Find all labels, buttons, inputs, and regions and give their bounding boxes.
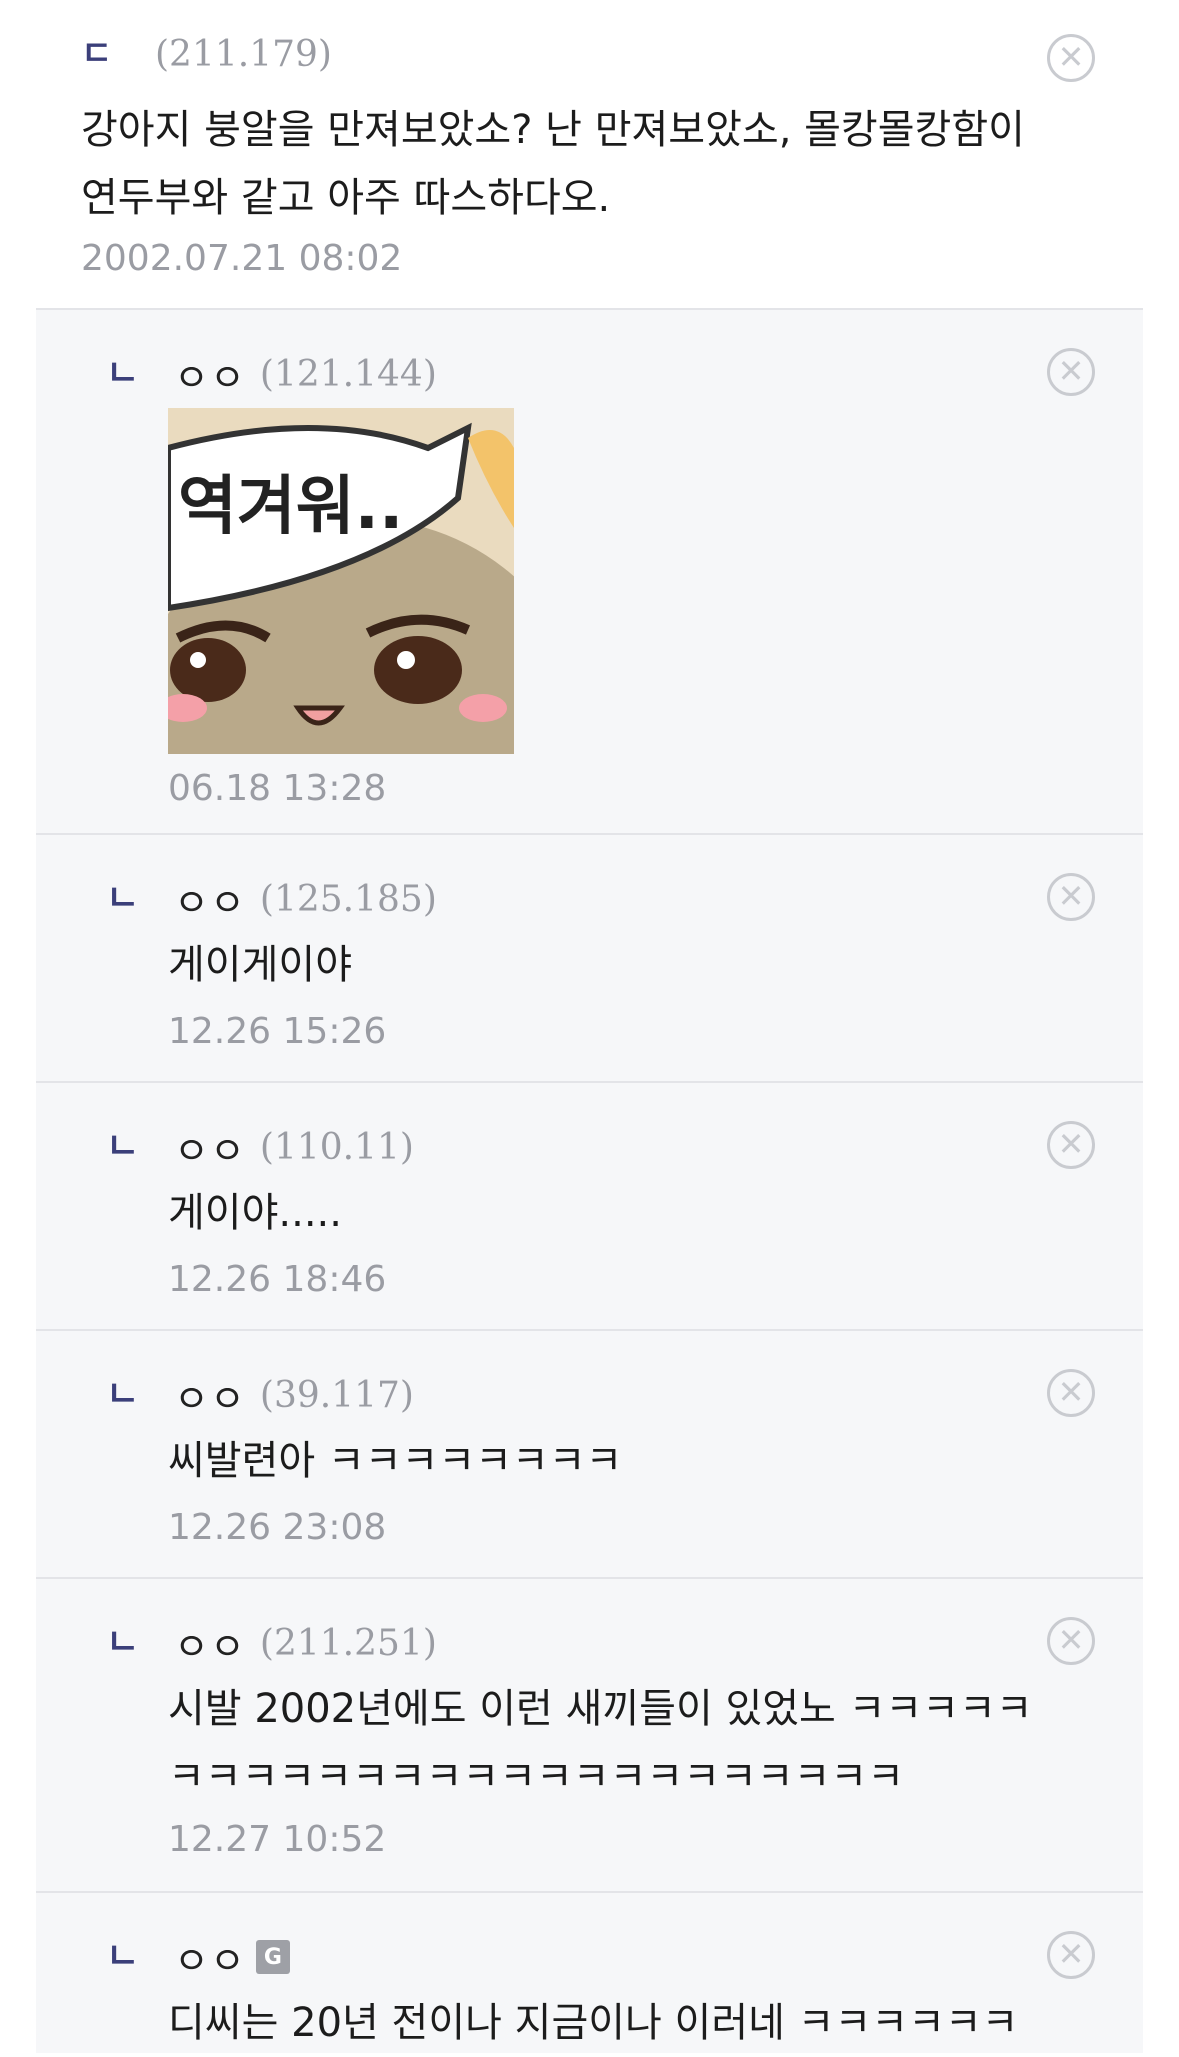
reply-arrow-icon: ㄴ — [106, 353, 140, 394]
delete-icon[interactable]: ✕ — [1047, 1617, 1095, 1665]
reply-header: ㄴ ㅇㅇ (125.185) — [106, 873, 437, 925]
reply-arrow-icon: ㄴ — [106, 1374, 140, 1415]
gallery-member-icon: G — [255, 1940, 290, 1974]
comment-header: ㄷ (211.179) — [81, 28, 332, 80]
emoticon-caption: 역겨워.. — [178, 470, 403, 544]
nickname[interactable]: ㅇㅇ — [174, 1120, 246, 1175]
ip-address: (125.185) — [259, 878, 437, 920]
reply-arrow-icon: ㄴ — [106, 878, 140, 919]
comment-body: 강아지 붕알을 만져보았소? 난 만져보았소, 몰캉몰캉함이 연두부와 같고 아… — [81, 96, 1025, 232]
reply-date: 12.26 23:08 — [168, 1507, 387, 1548]
ip-address: (39.117) — [259, 1374, 414, 1416]
nickname[interactable]: ㅇㅇ — [174, 1368, 246, 1423]
delete-icon[interactable]: ✕ — [1047, 873, 1095, 921]
reply-item: ㄴ ㅇㅇ (125.185) ✕ 게이게이야 12.26 15:26 — [36, 835, 1143, 1083]
delete-icon[interactable]: ✕ — [1047, 1369, 1095, 1417]
nickname[interactable]: ㅇㅇ — [174, 1616, 246, 1671]
delete-icon[interactable]: ✕ — [1047, 1931, 1095, 1979]
reply-line: ㅋㅋㅋㅋㅋㅋㅋㅋㅋㅋㅋㅋㅋㅋㅋㅋㅋㅋㅋㅋ — [168, 1754, 904, 1800]
reply-item: ㄴ ㅇㅇ G ✕ 디씨는 20년 전이나 지금이나 이러네 ㅋㅋㅋㅋㅋㅋ — [36, 1893, 1143, 2053]
nickname[interactable]: ㅇㅇ — [174, 872, 246, 927]
reply-header: ㄴ ㅇㅇ G — [106, 1931, 290, 1983]
reply-arrow-icon: ㄴ — [106, 1126, 140, 1167]
reply-arrow-icon: ㄴ — [106, 1936, 140, 1977]
reply-header: ㄴ ㅇㅇ (110.11) — [106, 1121, 414, 1173]
reply-item: ㄴ ㅇㅇ (39.117) ✕ 씨발련아 ㅋㅋㅋㅋㅋㅋㅋㅋ 12.26 23:0… — [36, 1331, 1143, 1579]
ip-address: (110.11) — [259, 1126, 414, 1168]
reply-line: 게이야..... — [168, 1190, 342, 1236]
reply-body: 게이야..... — [168, 1179, 342, 1247]
reply-body: 씨발련아 ㅋㅋㅋㅋㅋㅋㅋㅋ — [168, 1427, 622, 1495]
nickname[interactable]: ㅇㅇ — [174, 1930, 246, 1985]
reply-item: ㄴ ㅇㅇ (211.251) ✕ 시발 2002년에도 이런 새끼들이 있었노 … — [36, 1579, 1143, 1893]
ip-address: (211.179) — [155, 33, 332, 75]
reply-line: 디씨는 20년 전이나 지금이나 이러네 ㅋㅋㅋㅋㅋㅋ — [168, 2000, 1019, 2046]
reply-body: 시발 2002년에도 이런 새끼들이 있었노 ㅋㅋㅋㅋㅋ ㅋㅋㅋㅋㅋㅋㅋㅋㅋㅋㅋ… — [168, 1675, 1033, 1811]
comment-list: ㄷ (211.179) ✕ 강아지 붕알을 만져보았소? 난 만져보았소, 몰캉… — [36, 0, 1143, 2053]
reply-arrow-icon: ㄴ — [106, 1622, 140, 1663]
delete-icon[interactable]: ✕ — [1047, 348, 1095, 396]
comment-line: 강아지 붕알을 만져보았소? 난 만져보았소, 몰캉몰캉함이 — [81, 107, 1025, 153]
comment-item: ㄷ (211.179) ✕ 강아지 붕알을 만져보았소? 난 만져보았소, 몰캉… — [36, 0, 1143, 310]
reply-date: 12.26 18:46 — [168, 1259, 387, 1300]
emoticon-image[interactable]: 역겨워.. — [168, 408, 514, 754]
reply-date: 12.27 10:52 — [168, 1819, 387, 1860]
comment-line: 연두부와 같고 아주 따스하다오. — [81, 175, 611, 221]
reply-header: ㄴ ㅇㅇ (211.251) — [106, 1617, 437, 1669]
reply-body: 게이게이야 — [168, 931, 352, 999]
reply-line: 시발 2002년에도 이런 새끼들이 있었노 ㅋㅋㅋㅋㅋ — [168, 1686, 1033, 1732]
delete-icon[interactable]: ✕ — [1047, 34, 1095, 82]
reply-date: 12.26 15:26 — [168, 1011, 387, 1052]
reply-header: ㄴ ㅇㅇ (121.144) — [106, 348, 437, 400]
reply-line: 씨발련아 ㅋㅋㅋㅋㅋㅋㅋㅋ — [168, 1438, 623, 1484]
reply-line: 게이게이야 — [168, 942, 352, 988]
reply-date: 06.18 13:28 — [168, 768, 387, 809]
nickname[interactable]: ㅇㅇ — [174, 347, 246, 402]
ip-address: (211.251) — [259, 1622, 437, 1664]
reply-header: ㄴ ㅇㅇ (39.117) — [106, 1369, 414, 1421]
reply-body: 디씨는 20년 전이나 지금이나 이러네 ㅋㅋㅋㅋㅋㅋ — [168, 1989, 1018, 2057]
delete-icon[interactable]: ✕ — [1047, 1121, 1095, 1169]
comment-date: 2002.07.21 08:02 — [81, 238, 403, 279]
nickname-marker[interactable]: ㄷ — [81, 28, 141, 80]
reply-item: ㄴ ㅇㅇ (121.144) ✕ 역겨워.. 06.18 13:28 — [36, 310, 1143, 835]
ip-address: (121.144) — [259, 353, 437, 395]
reply-item: ㄴ ㅇㅇ (110.11) ✕ 게이야..... 12.26 18:46 — [36, 1083, 1143, 1331]
